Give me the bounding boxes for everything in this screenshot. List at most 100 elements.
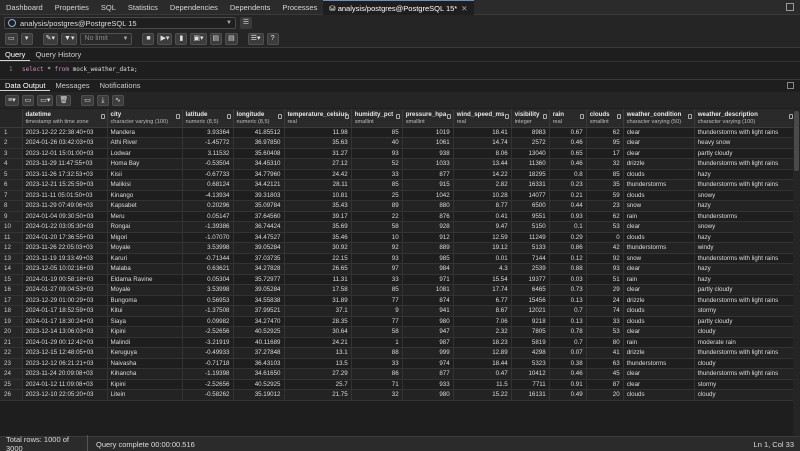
- table-row[interactable]: 12 2023-11-26 22:05:03+03 Moyale 3.53998 39.…: [0, 242, 796, 254]
- column-header-rain[interactable]: rain real: [549, 109, 587, 128]
- table-cell[interactable]: 0.91: [549, 379, 587, 390]
- table-cell[interactable]: 2572: [511, 137, 550, 149]
- table-row[interactable]: 17 2023-12-29 01:00:29+03 Bungoma 0.56953 34…: [0, 295, 796, 306]
- table-cell[interactable]: 85: [351, 284, 403, 296]
- table-row[interactable]: 5 2023-11-26 17:32:53+03 Kisii -0.67733 34.7…: [0, 169, 796, 180]
- table-row[interactable]: 21 2024-01-29 00:12:42+03 Malindi -3.21919 4…: [0, 337, 796, 348]
- table-cell[interactable]: 45: [586, 368, 624, 380]
- table-cell[interactable]: Malindi: [107, 337, 183, 348]
- table-cell[interactable]: 11360: [511, 158, 550, 170]
- table-cell[interactable]: 9218: [511, 316, 550, 327]
- table-row[interactable]: 10 2024-01-22 03:05:30+03 Rongai -1.39386 36…: [0, 221, 796, 233]
- table-cell[interactable]: -0.67733: [182, 169, 234, 180]
- table-cell[interactable]: 2024-01-27 09:04:53+03: [22, 284, 108, 296]
- table-cell[interactable]: 22: [351, 211, 403, 222]
- table-cell[interactable]: -0.58262: [182, 389, 234, 401]
- table-cell[interactable]: 0.07: [549, 347, 587, 359]
- table-cell[interactable]: moderate rain: [694, 337, 796, 348]
- table-cell[interactable]: 23: [586, 200, 624, 212]
- table-cell[interactable]: 8983: [511, 127, 550, 138]
- table-cell[interactable]: drizzle: [623, 158, 695, 170]
- table-cell[interactable]: 1: [351, 337, 403, 348]
- table-row[interactable]: 15 2024-01-19 00:58:18+03 Eldama Ravine 0.0…: [0, 274, 796, 285]
- table-cell[interactable]: thunderstorms with light rains: [694, 127, 796, 138]
- table-cell[interactable]: 2024-01-17 18:30:24+03: [22, 316, 108, 327]
- table-cell[interactable]: 9.47: [453, 221, 512, 233]
- table-cell[interactable]: 20: [586, 389, 624, 401]
- table-cell[interactable]: 2023-12-21 15:25:59+03: [22, 179, 108, 191]
- table-cell[interactable]: 80: [586, 337, 624, 348]
- table-cell[interactable]: Mandera: [107, 127, 183, 138]
- table-cell[interactable]: 0.05147: [182, 211, 234, 222]
- table-cell[interactable]: 2024-01-22 03:05:30+03: [22, 221, 108, 233]
- table-cell[interactable]: 85: [351, 179, 403, 191]
- table-cell[interactable]: Kapsabet: [107, 200, 183, 212]
- table-cell[interactable]: 0.12: [549, 253, 587, 264]
- table-row[interactable]: 9 2024-01-04 09:30:50+03 Meru 0.05147 37.645…: [0, 211, 796, 222]
- table-cell[interactable]: partly cloudy: [694, 316, 796, 327]
- table-cell[interactable]: Moyale: [107, 242, 183, 254]
- table-cell[interactable]: 1033: [402, 158, 454, 170]
- column-header-clouds[interactable]: clouds smallint: [586, 109, 624, 128]
- download-icon[interactable]: ⤓: [96, 94, 109, 106]
- table-cell[interactable]: -3.21919: [182, 337, 234, 348]
- table-row[interactable]: 24 2023-11-24 20:09:08+03 Kihancha -1.19398…: [0, 368, 796, 380]
- table-cell[interactable]: 39.31803: [233, 190, 285, 201]
- table-cell[interactable]: 3.93364: [182, 127, 234, 138]
- table-row[interactable]: 1 2023-12-22 22:38:40+03 Mandera 3.93364 41.…: [0, 127, 796, 138]
- table-cell[interactable]: 0.7: [549, 337, 587, 348]
- table-cell[interactable]: 912: [402, 232, 454, 243]
- table-cell[interactable]: clear: [623, 137, 695, 149]
- table-cell[interactable]: 27.29: [284, 368, 352, 380]
- tab-data-output[interactable]: Data Output: [0, 80, 51, 91]
- table-cell[interactable]: 62: [586, 211, 624, 222]
- table-cell[interactable]: 2023-12-05 10:02:16+03: [22, 263, 108, 275]
- table-cell[interactable]: 37.64560: [233, 211, 285, 222]
- table-cell[interactable]: 30.92: [284, 242, 352, 254]
- table-row[interactable]: 16 2024-01-27 09:04:53+03 Moyale 3.53998 39.…: [0, 284, 796, 296]
- table-cell[interactable]: 15456: [511, 295, 550, 306]
- table-cell[interactable]: 36.97850: [233, 137, 285, 149]
- table-cell[interactable]: Kitui: [107, 305, 183, 317]
- table-cell[interactable]: 35.69: [284, 221, 352, 233]
- table-cell[interactable]: 25.7: [284, 379, 352, 390]
- table-cell[interactable]: Karuri: [107, 253, 183, 264]
- table-cell[interactable]: 0.67: [549, 127, 587, 138]
- table-cell[interactable]: 947: [402, 326, 454, 338]
- table-cell[interactable]: 19377: [511, 274, 550, 285]
- table-cell[interactable]: stormy: [694, 305, 796, 317]
- table-cell[interactable]: 5323: [511, 358, 550, 369]
- table-cell[interactable]: 24: [586, 295, 624, 306]
- table-cell[interactable]: Moyale: [107, 284, 183, 296]
- table-cell[interactable]: 2023-11-24 20:09:08+03: [22, 368, 108, 380]
- table-cell[interactable]: 35.60408: [233, 148, 285, 159]
- table-cell[interactable]: clouds: [623, 389, 695, 401]
- table-cell[interactable]: hazy: [694, 263, 796, 275]
- table-cell[interactable]: 0.46: [549, 158, 587, 170]
- table-cell[interactable]: 987: [402, 337, 454, 348]
- scrollbar-thumb[interactable]: [794, 111, 799, 171]
- tab-notifications[interactable]: Notifications: [95, 80, 146, 91]
- table-cell[interactable]: 11.5: [453, 379, 512, 390]
- open-file-icon[interactable]: ▭: [5, 33, 18, 45]
- table-cell[interactable]: 42: [586, 242, 624, 254]
- table-cell[interactable]: 2023-11-11 05:01:50+03: [22, 190, 108, 201]
- table-cell[interactable]: 77: [351, 295, 403, 306]
- table-cell[interactable]: 10412: [511, 368, 550, 380]
- table-cell[interactable]: Kipini: [107, 379, 183, 390]
- table-cell[interactable]: 980: [402, 316, 454, 327]
- table-cell[interactable]: -4.13934: [182, 190, 234, 201]
- maximize-icon[interactable]: [786, 3, 794, 11]
- limit-select[interactable]: No limit ▼: [80, 33, 133, 45]
- table-cell[interactable]: 74: [586, 305, 624, 317]
- table-cell[interactable]: 51: [586, 274, 624, 285]
- table-cell[interactable]: 16131: [511, 389, 550, 401]
- table-cell[interactable]: 13.1: [284, 347, 352, 359]
- table-cell[interactable]: Litein: [107, 389, 183, 401]
- table-cell[interactable]: Kinango: [107, 190, 183, 201]
- edit-icon[interactable]: ✎▾: [42, 33, 59, 45]
- database-icon[interactable]: ☰: [240, 17, 252, 29]
- table-cell[interactable]: thunderstorms with light rains: [694, 347, 796, 359]
- table-cell[interactable]: 12021: [511, 305, 550, 317]
- table-cell[interactable]: 0.23: [549, 179, 587, 191]
